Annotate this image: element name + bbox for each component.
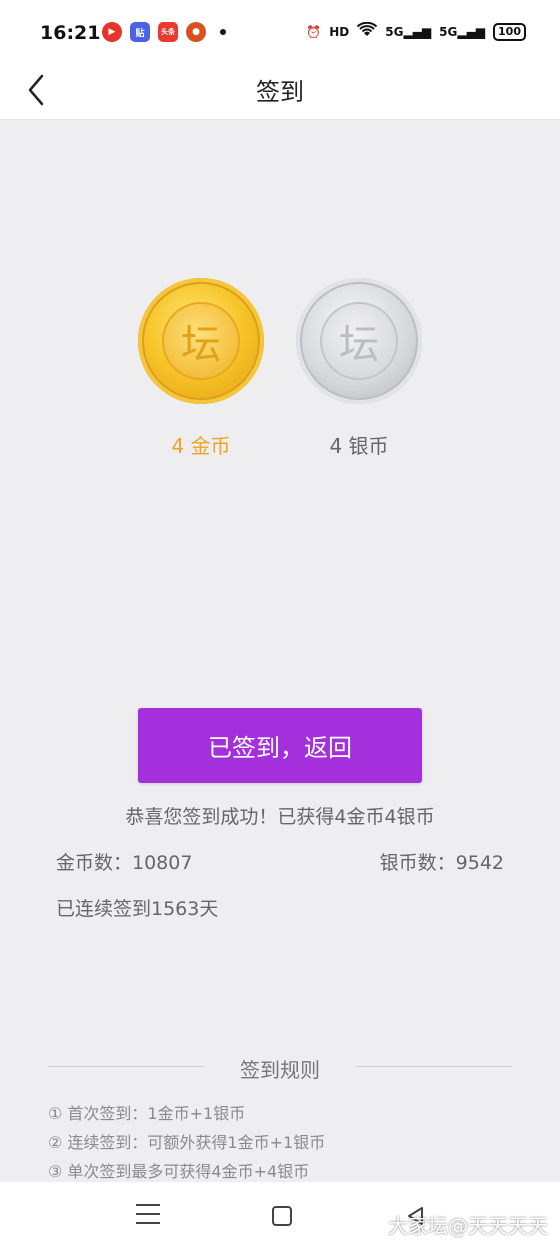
signal-5g-label-2: 5G [439, 24, 458, 39]
success-message: 恭喜您签到成功！已获得4金币4银币 [125, 806, 435, 828]
menu-line-icon [136, 1213, 160, 1215]
page-title: 签到 [256, 78, 304, 106]
signal-5g-icon-2: 5G▂▄▆ [439, 24, 486, 39]
wifi-icon [357, 21, 378, 41]
rule-item: ② 连续签到：可额外获得1金币+1银币 [48, 1133, 326, 1152]
menu-line-icon [136, 1222, 160, 1224]
rule-item: ③ 单次签到最多可获得4金币+4银币 [48, 1162, 310, 1181]
menu-line-icon [136, 1204, 160, 1206]
signal-5g-label-1: 5G [385, 24, 404, 39]
gold-coin-icon: 坛 [138, 278, 264, 404]
title-bar: 签到 [0, 64, 560, 120]
silver-total: 银币数：9542 [379, 852, 504, 874]
status-time: 16:21 [40, 22, 101, 44]
silver-coin-icon: 坛 [296, 278, 422, 404]
signed-return-button[interactable]: 已签到，返回 [138, 708, 422, 783]
silver-coin-glyph: 坛 [320, 302, 398, 380]
gold-reward-label: 4 金币 [171, 434, 231, 458]
more-notifications-dot [220, 29, 226, 35]
silver-reward-label: 4 银币 [329, 434, 389, 458]
gold-total: 金币数：10807 [56, 852, 193, 874]
rules-title: 签到规则 [240, 1058, 320, 1082]
recent-apps-button[interactable] [136, 1204, 160, 1226]
video-app-icon: ▶ [102, 22, 122, 42]
alarm-icon: ⏰ [306, 24, 322, 39]
battery-icon: 100 [493, 22, 526, 41]
rule-item: ① 首次签到：1金币+1银币 [48, 1104, 246, 1123]
hd-icon: HD [329, 24, 350, 39]
tieba-app-icon: 贴 [130, 22, 150, 42]
watermark: 大家坛@天天天天 [388, 1214, 548, 1238]
home-button[interactable] [272, 1206, 292, 1226]
status-indicators: ⏰ HD 5G▂▄▆ 5G▂▄▆ 100 [306, 21, 526, 41]
status-bar: 16:21 ▶ 贴 头条 ● ⏰ HD 5G▂▄▆ 5G▂▄▆ 100 [0, 0, 560, 64]
status-notification-icons: ▶ 贴 头条 ● [102, 22, 226, 42]
gold-coin-glyph: 坛 [162, 302, 240, 380]
orange-app-icon: ● [186, 22, 206, 42]
toutiao-app-icon: 头条 [158, 22, 178, 42]
rules-divider-right [356, 1066, 512, 1067]
streak-count: 已连续签到1563天 [56, 898, 219, 920]
signal-5g-icon-1: 5G▂▄▆ [385, 24, 432, 39]
